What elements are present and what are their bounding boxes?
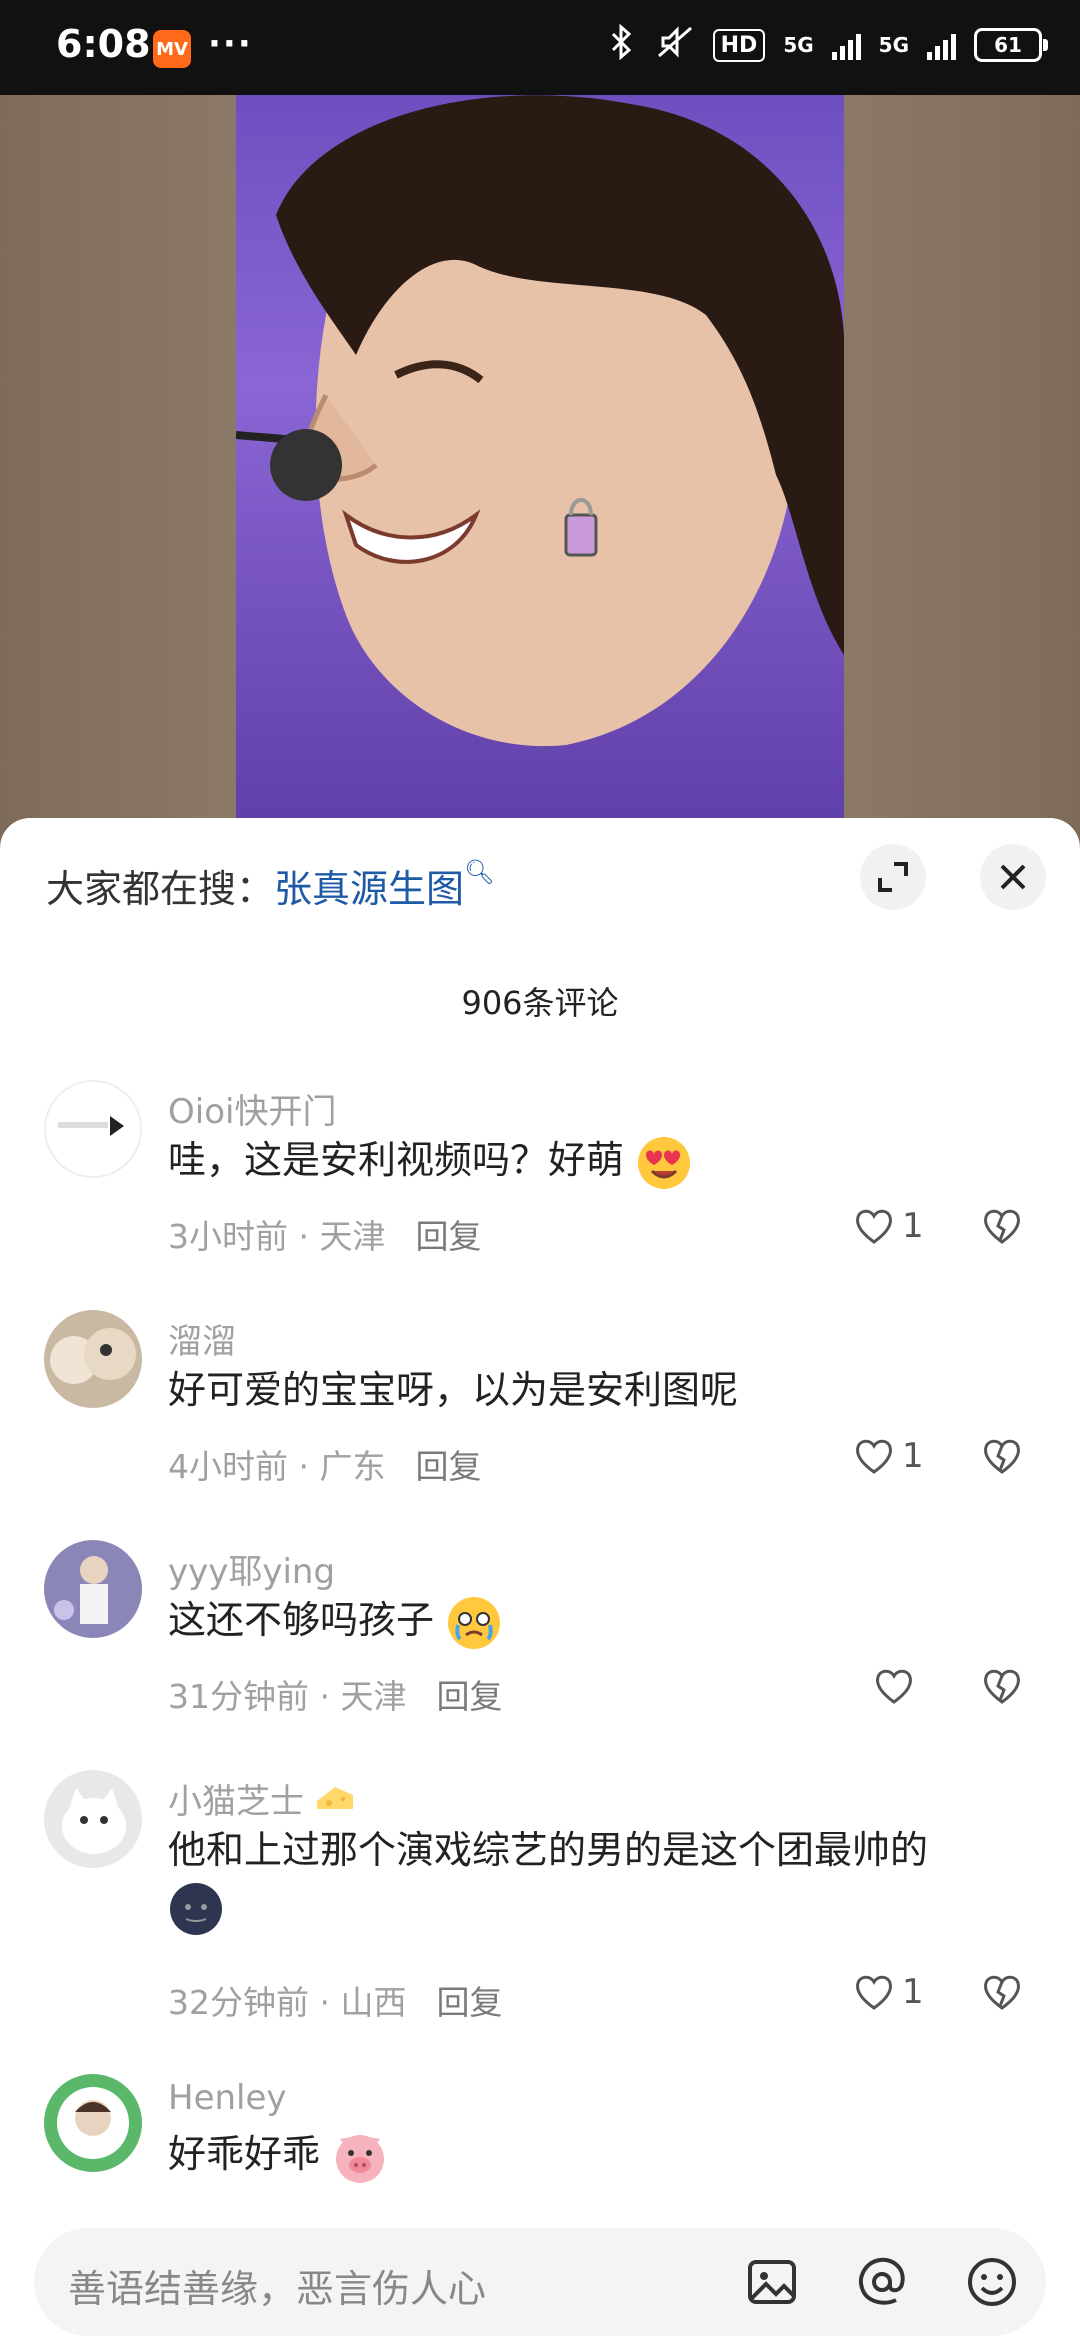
dark-face-emoji-icon xyxy=(170,1882,222,1935)
trending-search[interactable]: 大家都在搜：张真源生图🔍︎ xyxy=(46,858,495,913)
comments-sheet: 大家都在搜：张真源生图🔍︎ 906条评论 Oioi快开门 哇，这是安利视频吗？好… xyxy=(0,818,1080,2344)
trending-search-prefix: 大家都在搜： xyxy=(46,867,275,911)
comment-meta: 31分钟前 · 天津 回复 xyxy=(168,1677,503,1716)
heart-eyes-emoji-icon xyxy=(638,1136,691,1189)
comment-meta: 4小时前 · 广东 回复 xyxy=(168,1447,482,1486)
expand-icon xyxy=(878,862,908,892)
dislike-button[interactable] xyxy=(980,1664,1024,1712)
like-button[interactable]: 1 xyxy=(852,1204,924,1248)
hd-voice-icon: HD xyxy=(712,28,766,62)
status-time: 6:08 xyxy=(56,22,151,66)
reply-button[interactable]: 回复 xyxy=(436,1677,502,1716)
avatar[interactable] xyxy=(44,1080,142,1178)
signal-icon-1 xyxy=(831,30,861,60)
like-count: 1 xyxy=(902,1206,924,1246)
emoji-icon[interactable] xyxy=(964,2254,1020,2310)
comment-input-placeholder[interactable]: 善语结善缘，恶言伤人心 xyxy=(68,2258,486,2313)
like-count: 1 xyxy=(902,1972,924,2012)
comment-username[interactable]: yyy耶ying xyxy=(168,1544,335,1593)
comment-text: 好乖好乖 xyxy=(168,2126,388,2185)
crying-emoji-icon xyxy=(448,1596,501,1649)
broken-heart-icon xyxy=(984,1975,1020,2010)
broken-heart-icon xyxy=(984,1439,1020,1474)
video-frame xyxy=(236,95,844,825)
comment-text: 哇，这是安利视频吗？好萌 xyxy=(168,1132,692,1191)
app-notification-icon: MV xyxy=(153,30,191,68)
search-icon: 🔍︎ xyxy=(464,858,495,886)
pig-face-emoji-icon xyxy=(336,2134,385,2183)
heart-icon xyxy=(856,1975,892,2010)
network-5g-label: 5G xyxy=(783,33,814,57)
like-count: 1 xyxy=(902,1436,924,1476)
expand-button[interactable] xyxy=(860,844,926,910)
signal-icon-2 xyxy=(927,30,956,60)
close-icon xyxy=(1000,864,1026,890)
video-player[interactable] xyxy=(0,95,1080,845)
dislike-button[interactable] xyxy=(980,1204,1024,1252)
comment-username[interactable]: 溜溜 xyxy=(168,1314,236,1363)
comment-text: 这还不够吗孩子 xyxy=(168,1592,502,1651)
status-icons: HD 5G 5G 61 xyxy=(607,23,1048,66)
like-button[interactable]: 1 xyxy=(852,1434,924,1478)
avatar[interactable] xyxy=(44,1770,142,1868)
like-button[interactable]: 1 xyxy=(852,1970,924,2014)
cheese-emoji-icon xyxy=(316,1787,353,1809)
heart-icon xyxy=(856,1439,892,1474)
dislike-button[interactable] xyxy=(980,1434,1024,1482)
heart-icon xyxy=(856,1209,892,1244)
avatar[interactable] xyxy=(44,2074,142,2172)
image-icon[interactable] xyxy=(744,2254,800,2310)
like-button[interactable] xyxy=(872,1664,922,1708)
reply-button[interactable]: 回复 xyxy=(436,1983,502,2022)
battery-icon: 61 xyxy=(974,28,1048,62)
comment-text: 他和上过那个演戏综艺的男的是这个团最帅的 xyxy=(168,1822,1028,1937)
close-button[interactable] xyxy=(980,844,1046,910)
reply-button[interactable]: 回复 xyxy=(415,1217,481,1256)
bluetooth-icon xyxy=(607,23,637,66)
mute-icon xyxy=(655,24,695,66)
dislike-button[interactable] xyxy=(980,1970,1024,2018)
comment-meta: 32分钟前 · 山西 回复 xyxy=(168,1983,503,2022)
reply-button[interactable]: 回复 xyxy=(415,1447,481,1486)
avatar[interactable] xyxy=(44,1310,142,1408)
comment-meta: 3小时前 · 天津 回复 xyxy=(168,1217,482,1256)
broken-heart-icon xyxy=(984,1669,1020,1704)
video-thumbnail-image xyxy=(236,95,844,747)
comment-input-bar[interactable]: 善语结善缘，恶言伤人心 xyxy=(34,2228,1046,2336)
avatar[interactable] xyxy=(44,1540,142,1638)
comment-username[interactable]: 小猫芝士 xyxy=(168,1774,355,1823)
heart-icon xyxy=(876,1669,912,1704)
comment-username[interactable]: Henley xyxy=(168,2078,287,2118)
comment-text: 好可爱的宝宝呀，以为是安利图呢 xyxy=(168,1368,739,1412)
more-notifications-icon: ··· xyxy=(208,24,253,64)
network-5g-label-2: 5G xyxy=(878,33,909,57)
comment-username[interactable]: Oioi快开门 xyxy=(168,1084,336,1133)
broken-heart-icon xyxy=(984,1209,1020,1244)
trending-search-term[interactable]: 张真源生图 xyxy=(274,867,464,911)
comment-count: 906条评论 xyxy=(461,984,619,1022)
status-bar: 6:08 MV ··· HD 5G 5G 61 xyxy=(0,0,1080,95)
mention-icon[interactable] xyxy=(854,2254,910,2310)
